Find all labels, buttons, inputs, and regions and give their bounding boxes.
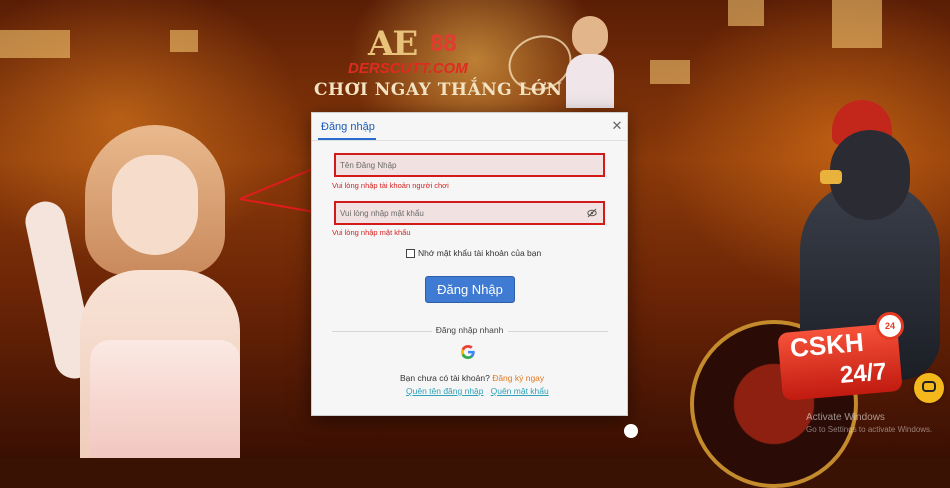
login-modal: Đăng nhập ✕ Vui lòng nhập tài khoản ngườ…: [311, 112, 628, 416]
login-button[interactable]: Đăng Nhập: [425, 276, 515, 303]
checkbox[interactable]: [406, 248, 415, 258]
chat-icon[interactable]: [914, 373, 944, 403]
forgot-links: Quên tên đăng nhập Quên mật khẩu: [406, 386, 549, 396]
quick-login-label: Đăng nhập nhanh: [435, 325, 504, 335]
google-icon[interactable]: [460, 344, 476, 360]
password-error: Vui lòng nhập mật khẩu: [332, 228, 411, 237]
no-account-row: Bạn chưa có tài khoản? Đăng ký ngay: [400, 373, 544, 383]
no-account-text: Bạn chưa có tài khoản?: [400, 373, 490, 383]
logo-site: DERSCUTT.COM: [348, 60, 468, 77]
brand-logo: AE 88 DERSCUTT.COM: [340, 24, 500, 80]
remember-checkbox[interactable]: Nhớ mật khẩu tài khoản của bạn: [406, 248, 541, 258]
rooster-image: [760, 90, 950, 458]
username-field[interactable]: [334, 153, 605, 177]
logo-main: AE: [368, 24, 418, 64]
modal-title: Đăng nhập: [321, 121, 375, 133]
cskh-hours: 24/7: [838, 358, 888, 389]
password-input[interactable]: [336, 203, 584, 224]
cskh-label: CSKH: [788, 326, 865, 364]
logo-number: 88: [430, 30, 457, 57]
ball-icon: [624, 424, 638, 438]
light-panel: [0, 30, 70, 58]
remember-label: Nhớ mật khẩu tài khoản của bạn: [418, 248, 542, 258]
light-panel: [650, 60, 690, 84]
password-field[interactable]: [334, 201, 605, 225]
forgot-password-link[interactable]: Quên mật khẩu: [491, 386, 549, 396]
eye-off-icon[interactable]: [587, 208, 597, 218]
light-panel: [170, 30, 198, 52]
activate-windows-subtitle: Go to Settings to activate Windows.: [806, 425, 933, 434]
light-panel: [728, 0, 764, 26]
close-icon[interactable]: ✕: [610, 119, 624, 133]
tagline: CHƠI NGAY THẮNG LỚN: [314, 80, 563, 100]
signup-link[interactable]: Đăng ký ngay: [492, 373, 544, 383]
username-error: Vui lòng nhập tài khoản người chơi: [332, 181, 449, 190]
ambassador-image: [560, 16, 620, 108]
support-24-badge: 24: [876, 312, 904, 340]
username-input[interactable]: [336, 155, 584, 176]
cskh-support-banner[interactable]: CSKH 24/7 24: [777, 312, 910, 402]
forgot-username-link[interactable]: Quên tên đăng nhập: [406, 386, 484, 396]
divider: [312, 140, 627, 141]
activate-windows-title: Activate Windows: [806, 412, 885, 423]
light-panel: [832, 0, 882, 48]
